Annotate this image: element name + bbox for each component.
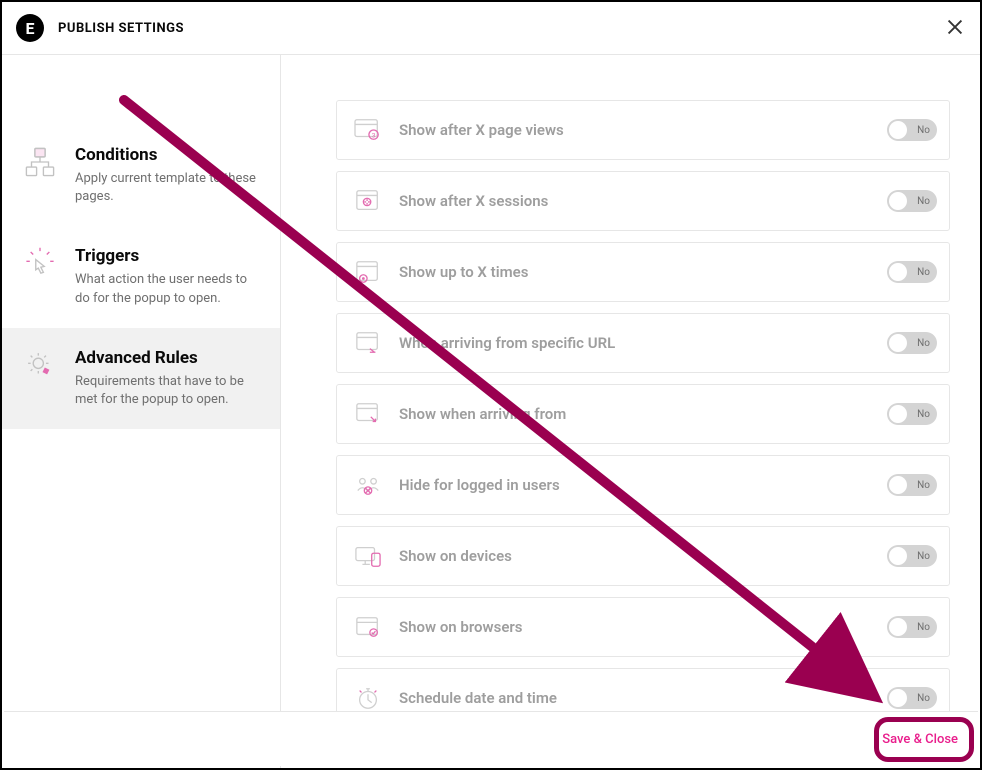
page-title: PUBLISH SETTINGS	[58, 21, 184, 36]
content-panel: 3 Show after X page views No Show after …	[281, 55, 980, 768]
triggers-icon	[20, 246, 60, 307]
main: Conditions Apply current template to the…	[2, 55, 980, 768]
page-views-icon: 3	[337, 117, 399, 143]
toggle-specific-url[interactable]: No	[887, 332, 937, 354]
rule-label: Show when arriving from	[399, 405, 887, 423]
conditions-icon	[20, 145, 60, 206]
sidebar-item-conditions[interactable]: Conditions Apply current template to the…	[2, 125, 280, 226]
sidebar-item-desc: What action the user needs to do for the…	[75, 271, 262, 307]
elementor-logo-icon: E	[16, 14, 44, 42]
toggle-times[interactable]: No	[887, 261, 937, 283]
sidebar-item-desc: Apply current template to these pages.	[75, 170, 262, 206]
footer: Save & Close	[4, 711, 978, 766]
url-icon	[337, 330, 399, 356]
rule-label: Schedule date and time	[399, 689, 887, 707]
rule-label: Show on devices	[399, 547, 887, 565]
sidebar: Conditions Apply current template to the…	[2, 55, 281, 768]
rule-label: Hide for logged in users	[399, 476, 887, 494]
schedule-icon	[337, 685, 399, 711]
toggle-browsers[interactable]: No	[887, 616, 937, 638]
times-icon	[337, 259, 399, 285]
header: E PUBLISH SETTINGS	[2, 2, 980, 55]
rule-sessions[interactable]: Show after X sessions No	[336, 171, 950, 231]
sidebar-item-title: Triggers	[75, 246, 262, 266]
sessions-icon	[337, 188, 399, 214]
toggle-logged-in[interactable]: No	[887, 474, 937, 496]
rule-arriving-from[interactable]: Show when arriving from No	[336, 384, 950, 444]
svg-text:3: 3	[372, 131, 376, 139]
save-close-button[interactable]: Save & Close	[878, 726, 962, 753]
rule-label: When arriving from specific URL	[399, 334, 887, 352]
sidebar-item-triggers[interactable]: Triggers What action the user needs to d…	[2, 226, 280, 327]
sidebar-item-title: Conditions	[75, 145, 262, 165]
close-button[interactable]	[944, 16, 966, 38]
rule-specific-url[interactable]: When arriving from specific URL No	[336, 313, 950, 373]
rule-browsers[interactable]: Show on browsers No	[336, 597, 950, 657]
toggle-sessions[interactable]: No	[887, 190, 937, 212]
rule-label: Show on browsers	[399, 618, 887, 636]
logged-in-icon	[337, 472, 399, 498]
rule-devices[interactable]: Show on devices No	[336, 526, 950, 586]
close-icon	[944, 16, 966, 38]
sidebar-item-advanced-rules[interactable]: Advanced Rules Requirements that have to…	[2, 328, 280, 429]
rule-logged-in[interactable]: Hide for logged in users No	[336, 455, 950, 515]
sidebar-item-title: Advanced Rules	[75, 348, 262, 368]
toggle-devices[interactable]: No	[887, 545, 937, 567]
rule-page-views[interactable]: 3 Show after X page views No	[336, 100, 950, 160]
toggle-page-views[interactable]: No	[887, 119, 937, 141]
rule-label: Show after X sessions	[399, 192, 887, 210]
toggle-schedule[interactable]: No	[887, 687, 937, 709]
arriving-icon	[337, 401, 399, 427]
rule-label: Show after X page views	[399, 121, 887, 139]
devices-icon	[337, 543, 399, 569]
browsers-icon	[337, 614, 399, 640]
sidebar-item-desc: Requirements that have to be met for the…	[75, 373, 262, 409]
rule-label: Show up to X times	[399, 263, 887, 281]
rule-up-to-times[interactable]: Show up to X times No	[336, 242, 950, 302]
toggle-arriving-from[interactable]: No	[887, 403, 937, 425]
advanced-rules-icon	[20, 348, 60, 409]
